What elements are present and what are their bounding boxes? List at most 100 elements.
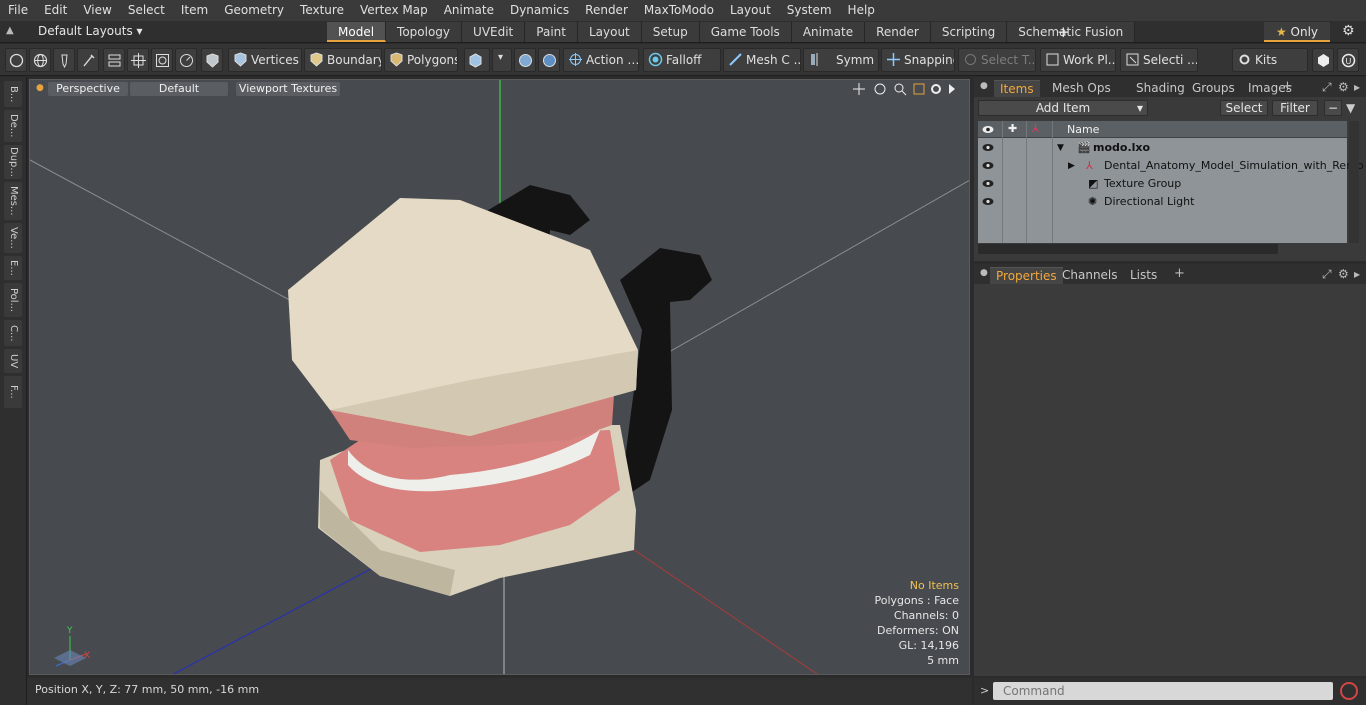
material-mode-button[interactable] [464,48,490,72]
material-dropdown-button[interactable]: ▾ [492,48,512,72]
eye-icon[interactable] [982,143,994,152]
expand-icon[interactable]: ⤢ [1322,267,1332,282]
tab-uvedit[interactable]: UVEdit [462,22,526,42]
play-arrow-icon[interactable]: ▸ [1354,267,1360,281]
polygons-button[interactable]: Polygons [384,48,458,72]
tab-animate[interactable]: Animate [791,22,866,42]
funnel-icon[interactable]: ▼ [1346,101,1355,115]
selection-sets-button[interactable]: Selecti ... [1120,48,1198,72]
left-tab-uv[interactable]: UV [4,349,22,373]
menu-render[interactable]: Render [577,0,636,21]
boundary-button[interactable]: Boundary [304,48,382,72]
view-mode-button[interactable]: Perspective [48,82,128,96]
item-list-horizontal-scrollbar[interactable] [978,244,1278,254]
frame-button[interactable] [151,48,173,72]
symmetry-button[interactable]: Symm ... [803,48,879,72]
add-tab-plus-icon[interactable]: + [1057,23,1070,41]
gear-icon[interactable]: ⚙ [1338,267,1349,281]
list-item[interactable]: ▶ ⅄ Dental_Anatomy_Model_Simulation_with… [978,157,1366,175]
left-tab-edge[interactable]: E... [4,256,22,280]
expand-arrow-icon[interactable]: ▶ [1068,157,1075,175]
item-list-vertical-scrollbar[interactable] [1349,121,1359,243]
expand-arrow-icon[interactable]: ▼ [1057,139,1064,157]
select-through-button[interactable]: Select T... [958,48,1036,72]
mesh-constraint-button[interactable]: Mesh C ... [723,48,801,72]
tab-render[interactable]: Render [865,22,931,42]
play-arrow-icon[interactable] [949,84,955,94]
menu-select[interactable]: Select [120,0,173,21]
record-icon[interactable] [1340,682,1358,700]
work-plane-button[interactable]: Work Pl... [1040,48,1116,72]
add-tab-plus-icon[interactable]: + [1282,79,1293,94]
pen-tool-button[interactable] [53,48,75,72]
move-icon[interactable] [853,83,865,95]
tab-groups[interactable]: Groups [1186,80,1241,97]
panel-menu-icon[interactable]: ● [980,81,988,91]
eye-icon[interactable] [982,161,994,170]
list-item[interactable]: ▼ 🎬 modo.lxo [978,139,1347,157]
3d-viewport[interactable]: Y X ● Perspective Default Viewport Textu… [29,79,970,675]
tab-items[interactable]: Items [994,80,1040,97]
left-tab-mesh-edit[interactable]: Mes... [4,182,22,220]
viewport-textures-button[interactable]: Viewport Textures [236,82,340,96]
select-circle-button[interactable] [5,48,27,72]
action-center-button[interactable]: Action … [563,48,639,72]
list-item[interactable]: ✺ Directional Light [978,193,1347,211]
add-item-button[interactable]: Add Item ▾ [978,100,1148,116]
left-tab-polygon[interactable]: Pol... [4,283,22,317]
snap-sphere-button[interactable] [514,48,536,72]
expand-icon[interactable]: ⤢ [1322,80,1332,95]
command-input[interactable] [993,682,1333,700]
tab-lists[interactable]: Lists [1124,267,1163,284]
align-button[interactable] [103,48,125,72]
panel-menu-icon[interactable]: ● [980,268,988,278]
gear-icon[interactable] [931,84,941,94]
item-type-icon[interactable]: ⅄ [1032,122,1039,135]
viewport-menu-icon[interactable]: ● [36,83,44,93]
tab-setup[interactable]: Setup [641,22,700,42]
menu-file[interactable]: File [0,0,36,21]
zoom-icon[interactable] [894,83,907,96]
left-tab-duplicate[interactable]: Dup... [4,145,22,179]
menu-edit[interactable]: Edit [36,0,75,21]
layout-selector[interactable]: Default Layouts ▾ [38,24,143,38]
left-tab-curve[interactable]: C... [4,320,22,346]
menu-system[interactable]: System [779,0,840,21]
menu-item[interactable]: Item [173,0,216,21]
tab-properties[interactable]: Properties [990,267,1063,284]
globe-button[interactable] [29,48,51,72]
menu-dynamics[interactable]: Dynamics [502,0,577,21]
timer-button[interactable] [175,48,197,72]
eye-icon[interactable] [982,179,994,188]
tab-scripting[interactable]: Scripting [930,22,1008,42]
eye-icon[interactable] [982,197,994,206]
list-item[interactable]: ◩ Texture Group [978,175,1347,193]
menu-layout[interactable]: Layout [722,0,779,21]
layout-menu-icon[interactable]: ▲ [6,25,22,39]
menu-view[interactable]: View [75,0,119,21]
falloff-button[interactable]: Falloff [643,48,721,72]
tab-mesh-ops[interactable]: Mesh Ops [1046,80,1117,97]
menu-animate[interactable]: Animate [436,0,502,21]
tab-schematic-fusion[interactable]: Schematic Fusion [1007,22,1136,42]
select-button[interactable]: Select [1220,100,1268,116]
shading-mode-button[interactable]: Default [130,82,228,96]
lock-icon[interactable]: ✚ [1008,122,1017,135]
play-arrow-icon[interactable]: ▸ [1354,80,1360,94]
snapping-button[interactable]: Snapping [881,48,955,72]
menu-vertex-map[interactable]: Vertex Map [352,0,436,21]
maximize-icon[interactable] [913,83,925,95]
vertices-button[interactable]: Vertices [228,48,302,72]
tab-game-tools[interactable]: Game Tools [699,22,792,42]
left-tab-fusion[interactable]: F... [4,376,22,408]
collapse-button[interactable]: − [1324,100,1342,116]
rotate-icon[interactable] [874,83,886,95]
unity-button[interactable] [1312,48,1334,72]
menu-texture[interactable]: Texture [292,0,352,21]
menu-geometry[interactable]: Geometry [216,0,292,21]
tab-topology[interactable]: Topology [386,22,463,42]
left-tab-basic[interactable]: B... [4,81,22,107]
menu-maxtomodo[interactable]: MaxToModo [636,0,722,21]
kits-button[interactable]: Kits [1232,48,1308,72]
item-list[interactable]: ✚ ⅄ Name ▼ 🎬 modo.lxo ▶ ⅄ Dental_Anatomy… [978,121,1366,243]
